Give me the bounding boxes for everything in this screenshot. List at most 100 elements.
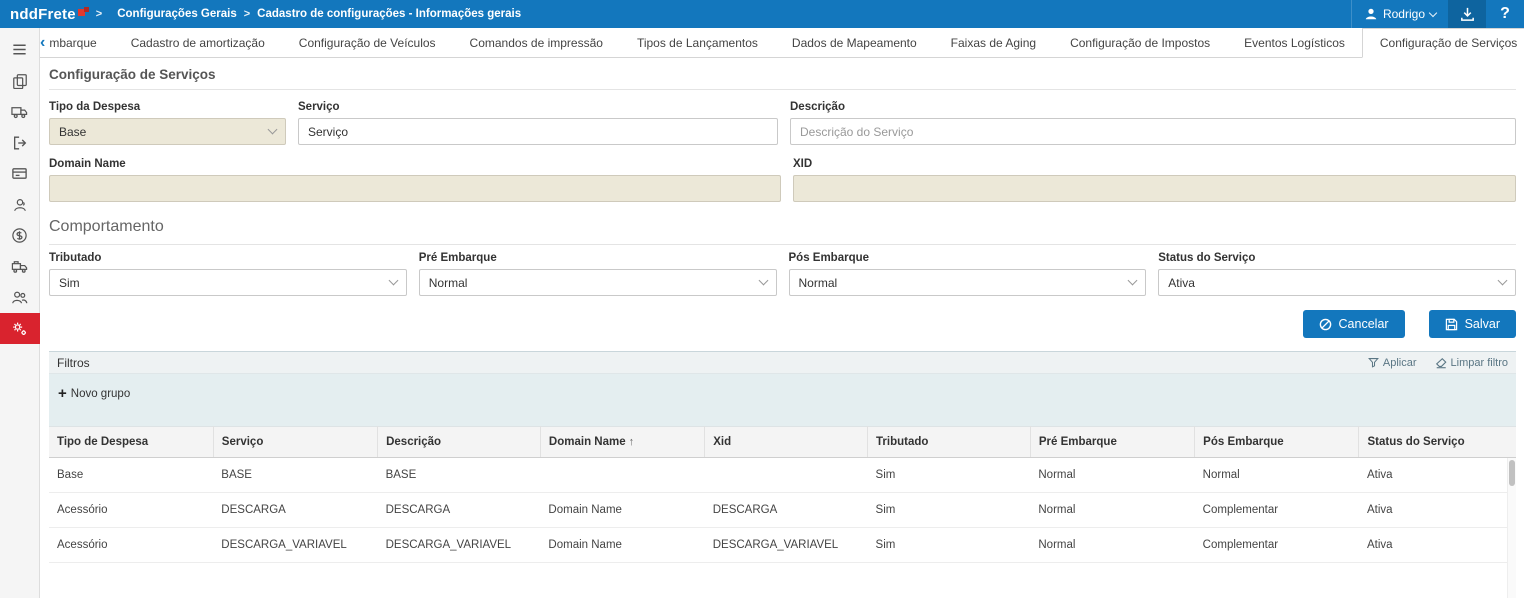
descricao-input[interactable]: Descrição do Serviço xyxy=(790,118,1516,145)
cancel-button[interactable]: Cancelar xyxy=(1303,310,1405,338)
breadcrumb-item[interactable]: Configurações Gerais xyxy=(117,8,237,20)
download-button[interactable] xyxy=(1448,0,1486,28)
servico-input[interactable]: Serviço xyxy=(298,118,778,145)
page-title: Configuração de Serviços xyxy=(49,67,1516,90)
status-servico-label: Status do Serviço xyxy=(1158,252,1516,264)
table-row[interactable]: Acessório DESCARGA_VARIAVEL DESCARGA_VAR… xyxy=(49,528,1516,563)
chevron-down-icon xyxy=(268,125,278,135)
cell: Complementar xyxy=(1195,493,1359,528)
col-pre-embarque[interactable]: Pré Embarque xyxy=(1030,427,1194,458)
pos-embarque-label: Pós Embarque xyxy=(789,252,1147,264)
sidebar-item-menu[interactable] xyxy=(0,34,40,65)
col-tributado[interactable]: Tributado xyxy=(868,427,1031,458)
table-row[interactable]: Acessório DESCARGA DESCARGA Domain Name … xyxy=(49,493,1516,528)
sidebar-item-vehicles[interactable] xyxy=(0,251,40,282)
tab-tipos-de-lancamentos[interactable]: Tipos de Lançamentos xyxy=(620,28,775,57)
sidebar-item-documents[interactable] xyxy=(0,65,40,96)
money-icon xyxy=(11,227,28,244)
save-button[interactable]: Salvar xyxy=(1429,310,1516,338)
cell: Sim xyxy=(868,528,1031,563)
scrollbar-thumb[interactable] xyxy=(1509,460,1515,486)
sidebar-item-export[interactable] xyxy=(0,127,40,158)
chevron-down-icon xyxy=(388,276,398,286)
xid-label: XID xyxy=(793,158,1516,170)
col-xid[interactable]: Xid xyxy=(705,427,868,458)
sidebar-item-users[interactable] xyxy=(0,282,40,313)
chevron-down-icon xyxy=(1429,8,1437,16)
table-row[interactable]: Base BASE BASE Sim Normal Normal Ativa xyxy=(49,458,1516,493)
eraser-icon xyxy=(1435,357,1447,369)
clear-filter-button[interactable]: Limpar filtro xyxy=(1435,357,1508,369)
user-menu[interactable]: Rodrigo xyxy=(1351,0,1448,28)
tab-dados-de-mapeamento[interactable]: Dados de Mapeamento xyxy=(775,28,934,57)
sidebar-item-support[interactable] xyxy=(0,189,40,220)
save-label: Salvar xyxy=(1465,317,1500,331)
new-group-label: Novo grupo xyxy=(71,388,130,400)
settings-gears-icon xyxy=(11,320,28,337)
tab-eventos-logisticos[interactable]: Eventos Logísticos xyxy=(1227,28,1362,57)
domain-name-input[interactable] xyxy=(49,175,781,202)
download-icon xyxy=(1459,6,1476,23)
tab-faixas-de-aging[interactable]: Faixas de Aging xyxy=(934,28,1053,57)
pre-embarque-select[interactable]: Normal xyxy=(419,269,777,296)
col-domain-name[interactable]: Domain Name↑ xyxy=(540,427,704,458)
user-icon xyxy=(1364,7,1378,21)
sidebar-item-payment[interactable] xyxy=(0,158,40,189)
services-table-wrap: Tipo de Despesa Serviço Descrição Domain… xyxy=(49,426,1516,563)
tipo-despesa-value: Base xyxy=(59,125,86,139)
descricao-label: Descrição xyxy=(790,101,1516,113)
export-icon xyxy=(12,135,28,151)
tributado-select[interactable]: Sim xyxy=(49,269,407,296)
tab-configuracao-de-impostos[interactable]: Configuração de Impostos xyxy=(1053,28,1227,57)
col-servico[interactable]: Serviço xyxy=(213,427,377,458)
apply-filter-button[interactable]: Aplicar xyxy=(1368,357,1417,369)
cell: Acessório xyxy=(49,528,213,563)
xid-input[interactable] xyxy=(793,175,1516,202)
top-bar: nddFrete > Configurações Gerais > Cadast… xyxy=(0,0,1524,28)
cell: Domain Name xyxy=(540,493,704,528)
tab-comandos-de-impressao[interactable]: Comandos de impressão xyxy=(453,28,620,57)
apply-filter-label: Aplicar xyxy=(1383,357,1417,369)
col-descricao[interactable]: Descrição xyxy=(378,427,541,458)
sidebar-item-money[interactable] xyxy=(0,220,40,251)
tipo-despesa-select[interactable]: Base xyxy=(49,118,286,145)
tab-configuracao-de-servicos[interactable]: Configuração de Serviços xyxy=(1362,28,1524,58)
new-group-button[interactable]: + Novo grupo xyxy=(58,386,130,401)
filters-panel: Filtros Aplicar Limpar filtro xyxy=(49,351,1516,426)
cell: DESCARGA xyxy=(213,493,377,528)
breadcrumb-chevron-icon: > xyxy=(244,8,250,20)
filters-title: Filtros xyxy=(57,356,90,370)
clear-filter-label: Limpar filtro xyxy=(1451,357,1508,369)
status-servico-select[interactable]: Ativa xyxy=(1158,269,1516,296)
users-icon xyxy=(11,289,28,306)
breadcrumb-item: Cadastro de configurações - Informações … xyxy=(257,8,521,20)
tab-embarque[interactable]: mbarque xyxy=(45,28,113,57)
col-pos-embarque[interactable]: Pós Embarque xyxy=(1195,427,1359,458)
cell xyxy=(540,458,704,493)
cell: Normal xyxy=(1030,528,1194,563)
funnel-icon xyxy=(1368,357,1379,368)
col-status-do-servico[interactable]: Status do Serviço xyxy=(1359,427,1516,458)
help-button[interactable]: ? xyxy=(1486,0,1524,28)
pos-embarque-select[interactable]: Normal xyxy=(789,269,1147,296)
cell: Ativa xyxy=(1359,528,1516,563)
domain-name-label: Domain Name xyxy=(49,158,781,170)
cell: Complementar xyxy=(1195,528,1359,563)
sidebar-item-settings[interactable] xyxy=(0,313,40,344)
servico-label: Serviço xyxy=(298,101,778,113)
cell: DESCARGA_VARIAVEL xyxy=(213,528,377,563)
status-servico-value: Ativa xyxy=(1168,276,1195,290)
cell: Sim xyxy=(868,458,1031,493)
tipo-despesa-label: Tipo da Despesa xyxy=(49,101,286,113)
cell: Normal xyxy=(1030,493,1194,528)
tab-configuracao-de-veiculos[interactable]: Configuração de Veículos xyxy=(282,28,453,57)
sidebar-item-shipment[interactable] xyxy=(0,96,40,127)
cell: Base xyxy=(49,458,213,493)
col-tipo-de-despesa[interactable]: Tipo de Despesa xyxy=(49,427,213,458)
vehicle-icon xyxy=(11,258,28,275)
table-scrollbar[interactable] xyxy=(1507,458,1516,598)
cell: BASE xyxy=(213,458,377,493)
support-agent-icon xyxy=(12,197,28,213)
tab-cadastro-de-amortizacao[interactable]: Cadastro de amortização xyxy=(114,28,282,57)
cell: DESCARGA xyxy=(378,493,541,528)
